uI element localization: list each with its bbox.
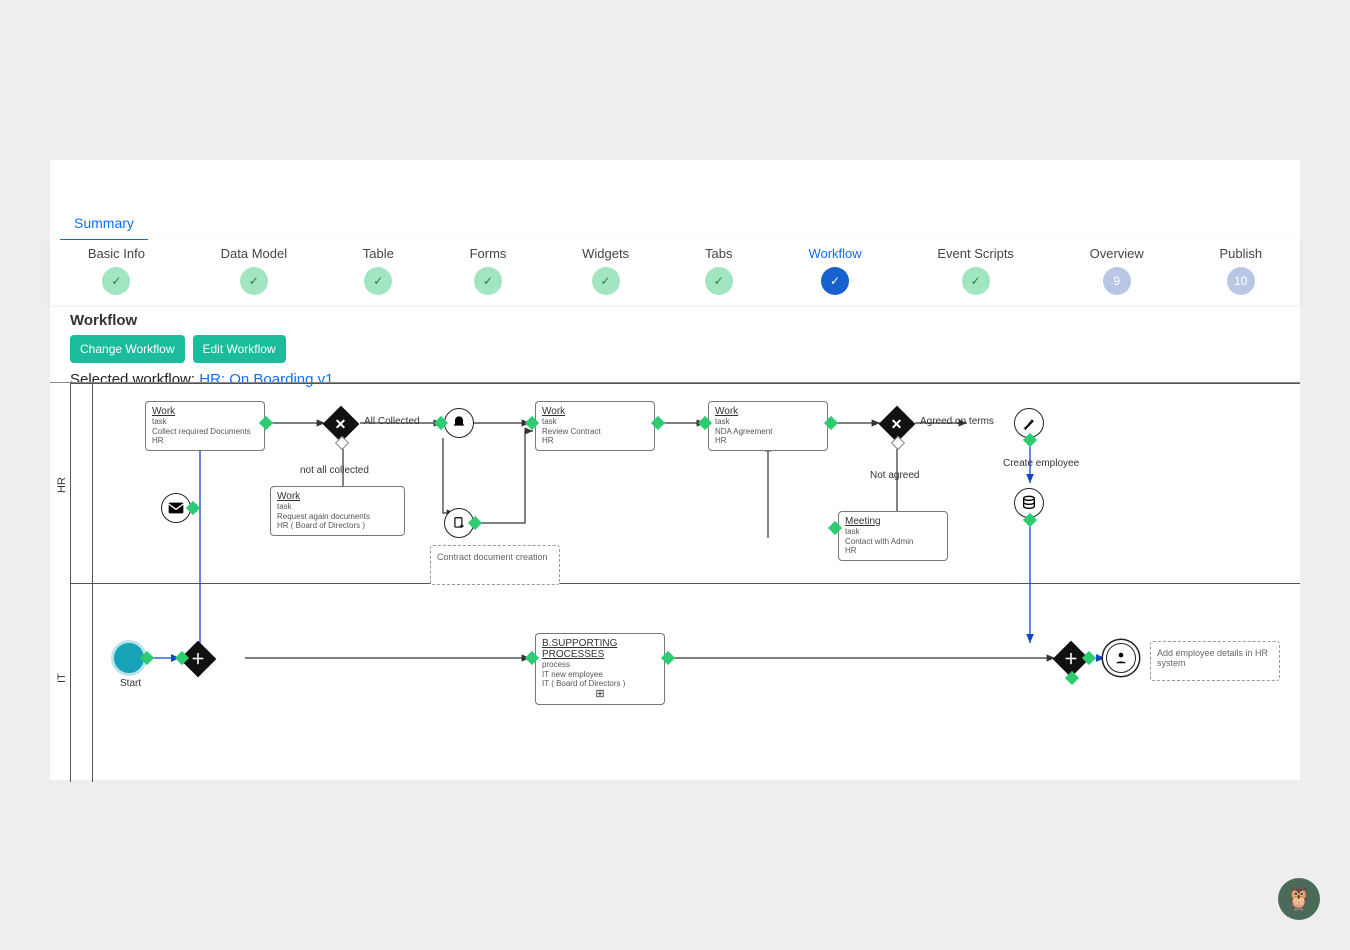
check-icon: ✓ xyxy=(962,267,990,295)
step-label: Basic Info xyxy=(88,246,145,261)
wizard-step-widgets[interactable]: Widgets ✓ xyxy=(582,246,629,295)
event-timer[interactable] xyxy=(444,408,474,438)
step-number: 10 xyxy=(1227,267,1255,295)
event-end[interactable] xyxy=(1106,643,1136,673)
task-review-contract[interactable]: Work task Review Contract HR xyxy=(535,401,655,451)
document-plus-icon xyxy=(452,516,466,530)
wizard-step-workflow[interactable]: Workflow ✓ xyxy=(808,246,861,295)
step-label: Event Scripts xyxy=(937,246,1014,261)
subprocess-add-details[interactable]: Add employee details in HR system xyxy=(1150,641,1280,681)
check-icon: ✓ xyxy=(102,267,130,295)
step-label: Widgets xyxy=(582,246,629,261)
check-icon: ✓ xyxy=(592,267,620,295)
step-label: Publish xyxy=(1220,246,1263,261)
edge-label-not-all: not all collected xyxy=(300,465,369,476)
step-label: Overview xyxy=(1090,246,1144,261)
change-workflow-button[interactable]: Change Workflow xyxy=(70,335,185,363)
step-label: Tabs xyxy=(705,246,732,261)
bpmn-canvas[interactable]: HR IT xyxy=(50,382,1300,782)
wizard-step-basic-info[interactable]: Basic Info ✓ xyxy=(88,246,145,295)
wizard-step-table[interactable]: Table ✓ xyxy=(363,246,394,295)
edge-label-agreed: Agreed on terms xyxy=(920,416,994,427)
check-icon: ✓ xyxy=(240,267,268,295)
lane-label-hr: HR xyxy=(56,477,68,493)
step-label: Table xyxy=(363,246,394,261)
pen-icon xyxy=(1022,416,1036,430)
task-meeting[interactable]: Meeting task Contact with Admin HR xyxy=(838,511,948,561)
wizard-step-forms[interactable]: Forms ✓ xyxy=(470,246,507,295)
step-label: Forms xyxy=(470,246,507,261)
check-icon: ✓ xyxy=(364,267,392,295)
user-icon xyxy=(1114,651,1128,665)
subprocess-contract-doc[interactable]: Contract document creation xyxy=(430,545,560,585)
edge-label-not-agreed: Not agreed xyxy=(870,470,919,481)
wizard-step-event-scripts[interactable]: Event Scripts ✓ xyxy=(937,246,1014,295)
step-label: Workflow xyxy=(808,246,861,261)
wizard-step-publish[interactable]: Publish 10 xyxy=(1220,246,1263,295)
tab-summary[interactable]: Summary xyxy=(60,205,148,241)
check-icon: ✓ xyxy=(705,267,733,295)
database-icon xyxy=(1021,495,1037,511)
task-collect-documents[interactable]: Work task Collect required Documents HR xyxy=(145,401,265,451)
help-avatar-button[interactable]: 🦉 xyxy=(1278,878,1320,920)
task-nda[interactable]: Work task NDA Agreement HR xyxy=(708,401,828,451)
step-label: Data Model xyxy=(221,246,287,261)
check-icon: ✓ xyxy=(474,267,502,295)
start-label: Start xyxy=(120,678,141,689)
bell-icon xyxy=(451,415,467,431)
owl-icon: 🦉 xyxy=(1285,886,1312,912)
wizard-steps: Basic Info✓Data Model✓Table✓Forms✓Widget… xyxy=(50,240,1300,305)
lane-label-it: IT xyxy=(56,673,68,683)
edge-label-create-emp: Create employee xyxy=(1003,458,1079,469)
wizard-step-data-model[interactable]: Data Model ✓ xyxy=(221,246,287,295)
edit-workflow-button[interactable]: Edit Workflow xyxy=(193,335,286,363)
subprocess-supporting[interactable]: B.SUPPORTING PROCESSES process IT new em… xyxy=(535,633,665,705)
step-number: ✓ xyxy=(821,267,849,295)
step-number: 9 xyxy=(1103,267,1131,295)
edge-label-all-collected: All Collected xyxy=(364,416,420,427)
wizard-step-overview[interactable]: Overview 9 xyxy=(1090,246,1144,295)
task-request-again[interactable]: Work task Request again documents HR ( B… xyxy=(270,486,405,536)
workflow-section-title: Workflow xyxy=(70,312,333,329)
envelope-icon xyxy=(168,502,184,514)
wizard-step-tabs[interactable]: Tabs ✓ xyxy=(705,246,733,295)
